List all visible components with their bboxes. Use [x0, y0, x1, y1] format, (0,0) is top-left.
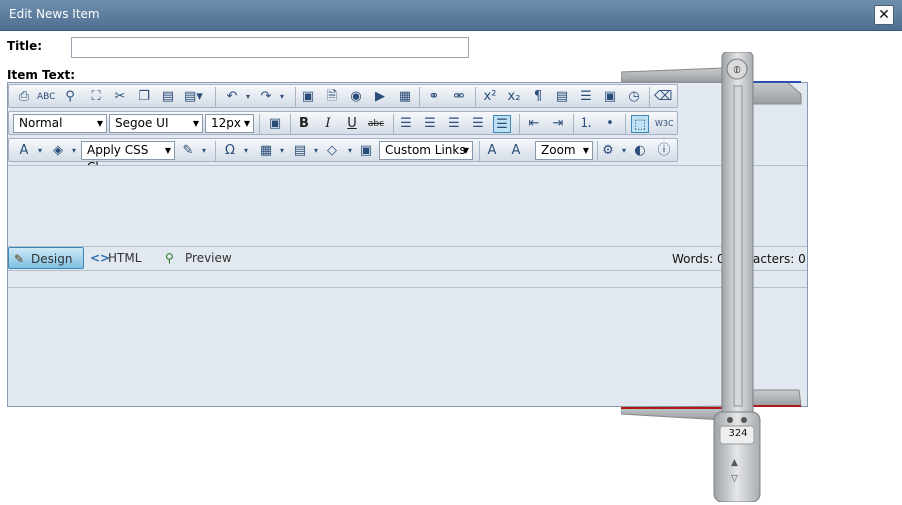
font-size-select[interactable]: 12px ▼	[205, 114, 254, 133]
image-manager-icon[interactable]: ▣	[299, 88, 317, 106]
remove-link-icon[interactable]: ⚮	[450, 88, 468, 106]
custom-links-select[interactable]: Custom Links ▼	[379, 141, 473, 160]
format-block-select[interactable]: Normal ▼	[13, 114, 107, 133]
zoom-value: Zoom	[541, 143, 576, 157]
justify-icon[interactable]: ☰	[469, 115, 487, 133]
zoom-select[interactable]: Zoom ▼	[535, 141, 593, 160]
find-replace-icon[interactable]: ⚲	[61, 88, 79, 106]
toolbar-separator	[215, 141, 216, 161]
code-icon: <>	[90, 251, 111, 265]
format-block-value: Normal	[19, 116, 63, 130]
spell-check-icon[interactable]: A	[483, 142, 501, 160]
flash-manager-icon[interactable]: ◉	[347, 88, 365, 106]
insert-date-icon[interactable]: ▤	[553, 88, 571, 106]
chevron-down-icon: ▼	[582, 146, 589, 155]
insert-snippet-icon[interactable]: ◇	[323, 142, 341, 160]
template-manager-icon[interactable]: ▦	[396, 88, 414, 106]
chevron-down-icon[interactable]: ▾	[31, 142, 49, 160]
hyperlink-icon[interactable]: ⚭	[425, 88, 443, 106]
toolbar-separator	[475, 87, 476, 107]
toolbar-row-1: ⎙ ABC ⚲ ⛶ ✂ ❐ ▤ ▤▾ ↶ ▾ ↷ ▾ ▣ 🗎 ◉ ▶ ▦ ⚭ ⚮…	[8, 84, 678, 108]
image-map-icon[interactable]: ▣	[357, 142, 375, 160]
preview-mode-button[interactable]: ⚲ Preview	[165, 247, 232, 269]
outdent-icon[interactable]: ⇤	[525, 115, 543, 133]
lock-icon[interactable]: ▲	[731, 458, 738, 468]
chevron-down-icon[interactable]: ▾	[239, 88, 257, 106]
align-left-icon[interactable]: ☰	[397, 115, 415, 133]
font-name-select[interactable]: Segoe UI ▼	[109, 114, 203, 133]
superscript-icon[interactable]: x²	[481, 88, 499, 106]
pencil-icon: ✎	[14, 252, 25, 266]
font-name-value: Segoe UI	[115, 116, 169, 130]
custom-links-value: Custom Links	[385, 143, 466, 157]
chevron-down-icon: ▼	[192, 119, 199, 128]
toolbar-separator	[597, 141, 598, 161]
toolbar-separator	[259, 114, 260, 134]
bold-icon[interactable]: B	[295, 115, 313, 133]
toolbar-separator	[479, 141, 480, 161]
align-center-icon[interactable]: ☰	[421, 115, 439, 133]
chevron-down-icon: ▼	[164, 146, 171, 155]
italic-icon[interactable]: I	[319, 115, 337, 133]
chevron-down-icon[interactable]: ▾	[237, 142, 255, 160]
title-label: Title:	[7, 39, 43, 53]
indent-icon[interactable]: ⇥	[549, 115, 567, 133]
toolbar-separator	[419, 87, 420, 107]
align-right-icon[interactable]: ☰	[445, 115, 463, 133]
paste-options-icon[interactable]: ▤▾	[184, 88, 203, 106]
toolbar-separator	[573, 114, 574, 134]
toolbar-separator	[290, 114, 291, 134]
chevron-down-icon: ▼	[462, 146, 469, 155]
horizontal-rule-icon[interactable]: ☰	[577, 88, 595, 106]
design-mode-button[interactable]: ✎ Design	[8, 247, 84, 269]
print-icon[interactable]: ⎙	[15, 88, 33, 106]
close-icon[interactable]: ✕	[874, 5, 894, 25]
font-size-value: 12px	[211, 116, 241, 130]
toolbar-separator	[295, 87, 296, 107]
dialog-title: Edit News Item	[9, 7, 100, 21]
caliper-ruler-overlay[interactable]: ⦶ 324 ▲ ▽	[620, 51, 807, 503]
bulleted-list-icon[interactable]: •	[601, 115, 619, 133]
image-properties-icon[interactable]: ▣	[266, 115, 284, 133]
html-mode-button[interactable]: <> HTML	[90, 247, 141, 269]
arrow-down-icon[interactable]: ▽	[731, 474, 738, 484]
design-mode-label: Design	[31, 252, 73, 266]
paste-icon[interactable]: ▤	[159, 88, 177, 106]
magnifier-icon: ⚲	[165, 251, 174, 265]
remove-alignment-icon[interactable]: ☰	[493, 115, 511, 133]
item-text-label: Item Text:	[7, 68, 76, 82]
css-class-select[interactable]: Apply CSS Cl...▼	[81, 141, 175, 174]
spellcheck-icon[interactable]: ABC	[37, 88, 55, 106]
toolbar-row-3: A ▾ ◈ ▾ Apply CSS Cl...▼ ✎ ▾ Ω ▾ ▦ ▾ ▤ ▾…	[8, 138, 678, 174]
underline-icon[interactable]: U	[343, 115, 361, 133]
chevron-down-icon: ▼	[96, 119, 103, 128]
paragraph-icon[interactable]: ¶	[529, 88, 547, 106]
toolbar-separator	[215, 87, 216, 107]
chevron-down-icon[interactable]: ▾	[273, 88, 291, 106]
numbered-list-icon[interactable]: ⒈	[577, 115, 595, 133]
copy-icon[interactable]: ❐	[135, 88, 153, 106]
cut-icon[interactable]: ✂	[111, 88, 129, 106]
toolbar-separator	[519, 114, 520, 134]
ruler-readout: 324	[728, 428, 748, 439]
chevron-down-icon[interactable]: ▾	[195, 142, 213, 160]
dialog-titlebar: Edit News Item ✕	[0, 0, 902, 31]
insert-symbol-icon[interactable]: ▣	[601, 88, 619, 106]
chevron-down-icon[interactable]: ▾	[273, 142, 291, 160]
strikethrough-icon[interactable]: abc	[367, 115, 385, 133]
toolbar-row-2: Normal ▼ Segoe UI ▼ 12px ▼ ▣ B I U abc ☰ ☰ …	[8, 111, 678, 135]
subscript-icon[interactable]: x₂	[505, 88, 523, 106]
svg-text:⦶: ⦶	[732, 65, 740, 76]
title-input[interactable]	[71, 37, 469, 58]
chevron-down-icon: ▼	[243, 119, 250, 128]
caliper-graphic: ⦶	[620, 51, 802, 503]
document-manager-icon[interactable]: 🗎	[323, 88, 341, 106]
html-mode-label: HTML	[108, 251, 142, 265]
select-all-icon[interactable]: ⛶	[87, 88, 105, 106]
preview-mode-label: Preview	[185, 251, 232, 265]
ajax-spellcheck-icon[interactable]: A	[507, 142, 525, 160]
toolbar-separator	[393, 114, 394, 134]
media-manager-icon[interactable]: ▶	[371, 88, 389, 106]
